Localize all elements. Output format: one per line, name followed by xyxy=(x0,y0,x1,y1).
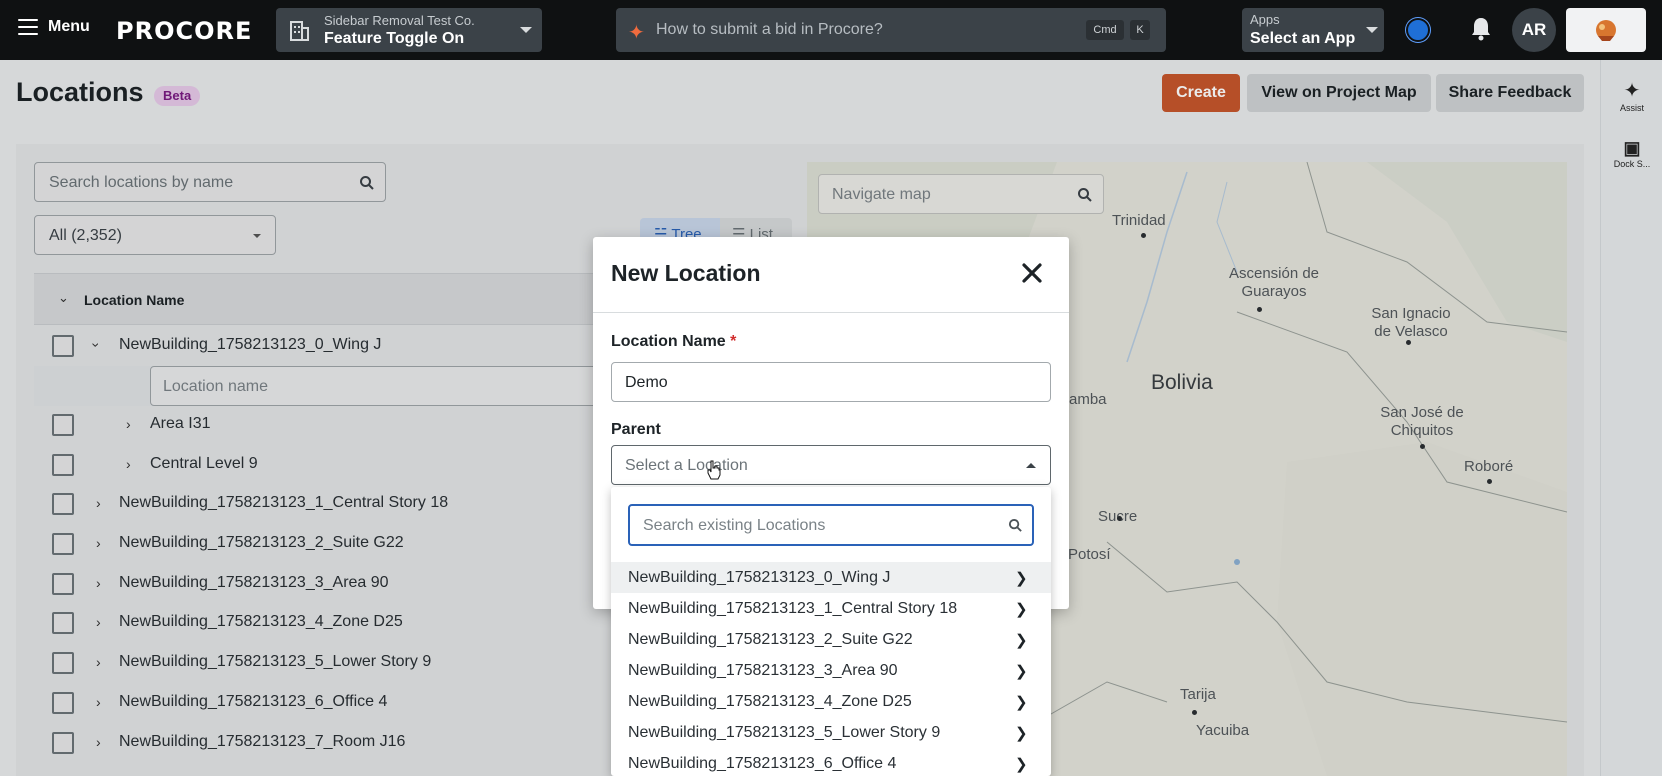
rail-assist-label: Assist xyxy=(1619,103,1644,113)
dropdown-option[interactable]: NewBuilding_1758213123_6_Office 4 ❯ xyxy=(611,748,1051,776)
company-project-selector[interactable]: Sidebar Removal Test Co. Feature Toggle … xyxy=(276,8,542,52)
assist-spark-icon: ✦ xyxy=(628,22,645,44)
chevron-right-icon[interactable]: ❯ xyxy=(1015,662,1028,680)
hamburger-icon xyxy=(18,19,38,35)
chevron-right-icon[interactable]: ❯ xyxy=(1015,693,1028,711)
top-navigation-bar: Menu PROCORE Sidebar Removal Test Co. Fe… xyxy=(0,0,1662,60)
global-search-input[interactable]: ✦ How to submit a bid in Procore? Cmd K xyxy=(616,8,1166,52)
right-rail: ✦ Assist ▣ Dock S... xyxy=(1600,60,1662,776)
required-indicator: * xyxy=(730,333,737,350)
location-name-input[interactable]: Demo xyxy=(611,362,1051,402)
rail-dock-button[interactable]: ▣ Dock S... xyxy=(1601,138,1662,169)
location-name-label-text: Location Name xyxy=(611,333,726,350)
location-name-value: Demo xyxy=(625,374,668,391)
chevron-right-icon[interactable]: ❯ xyxy=(1015,600,1028,618)
modal-header: New Location xyxy=(593,237,1069,313)
chevron-right-icon[interactable]: ❯ xyxy=(1015,755,1028,773)
dropdown-option-label: NewBuilding_1758213123_6_Office 4 xyxy=(628,755,897,772)
chevron-right-icon[interactable]: ❯ xyxy=(1015,631,1028,649)
notifications-bell-icon[interactable] xyxy=(1470,16,1492,42)
apps-value: Select an App xyxy=(1250,30,1356,47)
search-icon xyxy=(1008,518,1022,532)
chevron-right-icon[interactable]: ❯ xyxy=(1015,724,1028,742)
company-name: Sidebar Removal Test Co. xyxy=(324,13,475,28)
menu-button[interactable]: Menu xyxy=(18,18,90,36)
rail-dock-label: Dock S... xyxy=(1613,159,1651,169)
chevron-up-icon xyxy=(1026,463,1036,468)
dock-icon: ▣ xyxy=(1623,138,1641,158)
parent-location-select[interactable]: Select a Location xyxy=(611,445,1051,485)
help-icon[interactable] xyxy=(1406,18,1430,42)
dropdown-option[interactable]: NewBuilding_1758213123_0_Wing J ❯ xyxy=(611,562,1051,593)
parent-select-placeholder: Select a Location xyxy=(625,457,748,474)
company-logo-button[interactable] xyxy=(1566,8,1646,52)
app-selector[interactable]: Apps Select an App xyxy=(1242,8,1384,52)
hand-cursor-icon xyxy=(707,460,721,480)
location-name-label: Location Name * xyxy=(611,333,736,351)
dropdown-option[interactable]: NewBuilding_1758213123_2_Suite G22 ❯ xyxy=(611,624,1051,655)
dropdown-option-label: NewBuilding_1758213123_3_Area 90 xyxy=(628,662,898,679)
dropdown-option-label: NewBuilding_1758213123_0_Wing J xyxy=(628,569,891,586)
dropdown-option-label: NewBuilding_1758213123_4_Zone D25 xyxy=(628,693,912,710)
search-existing-locations-placeholder: Search existing Locations xyxy=(643,517,826,534)
project-name: Feature Toggle On xyxy=(324,30,465,47)
close-icon[interactable] xyxy=(1018,259,1046,287)
menu-label: Menu xyxy=(48,18,90,35)
assist-icon: ✦ xyxy=(1623,80,1641,102)
dropdown-option-label: NewBuilding_1758213123_5_Lower Story 9 xyxy=(628,724,941,741)
dropdown-option[interactable]: NewBuilding_1758213123_3_Area 90 ❯ xyxy=(611,655,1051,686)
modal-title: New Location xyxy=(611,260,761,286)
rail-assist-button[interactable]: ✦ Assist xyxy=(1601,78,1662,113)
shortcut-k-key: K xyxy=(1130,20,1150,40)
chevron-down-icon xyxy=(520,27,532,33)
dropdown-option[interactable]: NewBuilding_1758213123_5_Lower Story 9 ❯ xyxy=(611,717,1051,748)
user-avatar[interactable]: AR xyxy=(1512,8,1556,52)
parent-location-dropdown: Search existing Locations NewBuilding_17… xyxy=(611,487,1051,776)
global-search-placeholder: How to submit a bid in Procore? xyxy=(656,21,883,38)
chevron-right-icon[interactable]: ❯ xyxy=(1015,569,1028,587)
dropdown-option-label: NewBuilding_1758213123_2_Suite G22 xyxy=(628,631,913,648)
chevron-down-icon xyxy=(1366,27,1378,33)
company-logo-icon xyxy=(1596,20,1616,41)
dropdown-option[interactable]: NewBuilding_1758213123_4_Zone D25 ❯ xyxy=(611,686,1051,717)
search-existing-locations-input[interactable]: Search existing Locations xyxy=(628,504,1034,546)
dropdown-option-label: NewBuilding_1758213123_1_Central Story 1… xyxy=(628,600,958,617)
parent-label: Parent xyxy=(611,421,661,438)
procore-logo[interactable]: PROCORE xyxy=(116,17,252,45)
apps-label: Apps xyxy=(1250,12,1280,27)
building-icon xyxy=(290,21,309,41)
shortcut-cmd-key: Cmd xyxy=(1086,20,1124,40)
dropdown-option[interactable]: NewBuilding_1758213123_1_Central Story 1… xyxy=(611,593,1051,624)
